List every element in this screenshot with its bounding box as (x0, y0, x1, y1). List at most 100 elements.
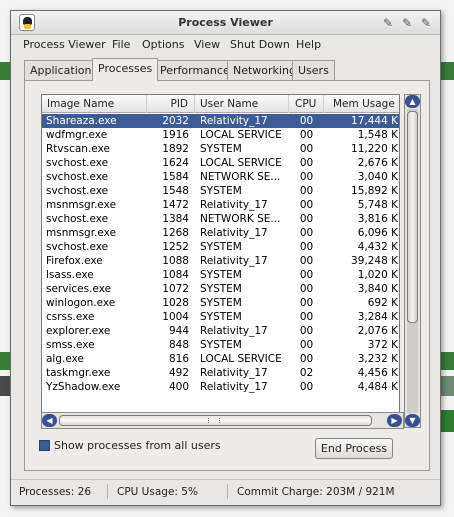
process-row[interactable]: explorer.exe 944 Relativity_17 00 2,076 K (42, 324, 399, 338)
process-row[interactable]: alg.exe 816 LOCAL SERVICE 00 3,232 K (42, 352, 399, 366)
cell-cpu: 00 (299, 255, 314, 267)
cell-cpu: 00 (299, 213, 314, 225)
column-user-name[interactable]: User Name (195, 95, 289, 113)
vertical-scroll-thumb[interactable] (407, 111, 418, 323)
close-icon[interactable]: ✎ (419, 16, 433, 30)
scroll-down-icon[interactable]: ▼ (405, 414, 420, 427)
cell-mem-usage: 4,432 K (357, 241, 398, 253)
cell-user-name: LOCAL SERVICE (200, 353, 282, 365)
cell-mem-usage: 1,548 K (357, 129, 398, 141)
process-row[interactable]: svchost.exe 1384 NETWORK SE... 00 3,816 K (42, 212, 399, 226)
cell-image-name: smss.exe (46, 339, 95, 351)
process-row[interactable]: taskmgr.exe 492 Relativity_17 02 4,456 K (42, 366, 399, 380)
menu-shut-down[interactable]: Shut Down (230, 38, 290, 51)
column-pid[interactable]: PID (147, 95, 195, 113)
cell-image-name: Shareaza.exe (46, 115, 117, 127)
cell-image-name: YzShadow.exe (46, 381, 121, 393)
horizontal-scrollbar[interactable]: ◀ ▶ (41, 412, 404, 429)
tab-users[interactable]: Users (292, 60, 335, 80)
maximize-icon[interactable]: ✎ (400, 16, 414, 30)
cell-pid: 1028 (162, 297, 189, 309)
cell-user-name: SYSTEM (200, 269, 242, 281)
menu-file[interactable]: File (112, 38, 130, 51)
menu-options[interactable]: Options (142, 38, 184, 51)
minimize-icon[interactable]: ✎ (381, 16, 395, 30)
cell-cpu: 02 (299, 367, 314, 379)
status-cpu-usage: CPU Usage: 5% (117, 486, 198, 498)
cell-user-name: SYSTEM (200, 339, 242, 351)
menu-view[interactable]: View (194, 38, 220, 51)
column-cpu[interactable]: CPU (289, 95, 324, 113)
scroll-left-icon[interactable]: ◀ (42, 414, 57, 427)
process-row[interactable]: Shareaza.exe 2032 Relativity_17 00 17,444 K (42, 114, 399, 128)
horizontal-scroll-thumb[interactable] (59, 415, 372, 426)
process-row[interactable]: winlogon.exe 1028 SYSTEM 00 692 K (42, 296, 399, 310)
show-all-label[interactable]: Show processes from all users (54, 439, 221, 452)
scroll-up-icon[interactable]: ▲ (405, 95, 420, 108)
cell-pid: 848 (168, 339, 189, 351)
tab-networking[interactable]: Networking (227, 60, 302, 80)
process-row[interactable]: svchost.exe 1252 SYSTEM 00 4,432 K (42, 240, 399, 254)
process-row[interactable]: smss.exe 848 SYSTEM 00 372 K (42, 338, 399, 352)
bg-green-tab-right (440, 62, 454, 80)
bg-green-tab-right-2 (440, 352, 454, 370)
cell-image-name: svchost.exe (46, 213, 109, 225)
cell-pid: 1004 (162, 311, 189, 323)
process-row[interactable]: svchost.exe 1624 LOCAL SERVICE 00 2,676 K (42, 156, 399, 170)
cell-pid: 1624 (162, 157, 189, 169)
tab-performance[interactable]: Performance (154, 60, 236, 80)
vertical-scrollbar[interactable]: ▲ ▼ (404, 94, 421, 428)
cell-cpu: 00 (299, 269, 314, 281)
cell-image-name: lsass.exe (46, 269, 94, 281)
cell-cpu: 00 (299, 143, 314, 155)
status-separator (107, 484, 108, 499)
title-bar[interactable]: Process Viewer ✎ ✎ ✎ (11, 11, 440, 35)
process-row[interactable]: wdfmgr.exe 1916 LOCAL SERVICE 00 1,548 K (42, 128, 399, 142)
cell-image-name: svchost.exe (46, 185, 109, 197)
process-list-header: Image Name PID User Name CPU Mem Usage (42, 95, 399, 113)
process-list[interactable]: Image Name PID User Name CPU Mem Usage S… (41, 94, 400, 428)
cell-user-name: Relativity_17 (200, 325, 268, 337)
cell-pid: 1384 (162, 213, 189, 225)
cell-cpu: 00 (299, 157, 314, 169)
status-processes: Processes: 26 (19, 486, 91, 498)
cell-cpu: 00 (299, 129, 314, 141)
end-process-button[interactable]: End Process (315, 438, 393, 459)
status-separator (227, 484, 228, 499)
process-row[interactable]: Rtvscan.exe 1892 SYSTEM 00 11,220 K (42, 142, 399, 156)
process-row[interactable]: Firefox.exe 1088 Relativity_17 00 39,248 K (42, 254, 399, 268)
process-row[interactable]: svchost.exe 1548 SYSTEM 00 15,892 K (42, 184, 399, 198)
cell-user-name: NETWORK SE... (200, 213, 281, 225)
process-row[interactable]: msnmsgr.exe 1268 Relativity_17 00 6,096 K (42, 226, 399, 240)
cell-pid: 400 (168, 381, 189, 393)
cell-image-name: services.exe (46, 283, 112, 295)
process-row[interactable]: csrss.exe 1004 SYSTEM 00 3,284 K (42, 310, 399, 324)
cell-image-name: taskmgr.exe (46, 367, 111, 379)
show-all-checkbox[interactable] (39, 440, 50, 451)
scroll-right-icon[interactable]: ▶ (387, 414, 402, 427)
cell-mem-usage: 15,892 K (351, 185, 398, 197)
cell-user-name: Relativity_17 (200, 199, 268, 211)
cell-mem-usage: 39,248 K (351, 255, 398, 267)
bg-gray-block (440, 376, 454, 396)
cell-cpu: 00 (299, 115, 314, 127)
menu-help[interactable]: Help (296, 38, 321, 51)
menu-process-viewer[interactable]: Process Viewer (23, 38, 106, 51)
status-bar: Processes: 26 CPU Usage: 5% Commit Charg… (11, 479, 440, 501)
process-row[interactable]: svchost.exe 1584 NETWORK SE... 00 3,040 K (42, 170, 399, 184)
tab-processes[interactable]: Processes (92, 58, 159, 81)
process-row[interactable]: services.exe 1072 SYSTEM 00 3,840 K (42, 282, 399, 296)
process-row[interactable]: YzShadow.exe 400 Relativity_17 00 4,484 K (42, 380, 399, 394)
column-mem-usage[interactable]: Mem Usage (324, 95, 399, 113)
cell-user-name: SYSTEM (200, 241, 242, 253)
cell-image-name: explorer.exe (46, 325, 111, 337)
cell-pid: 1892 (162, 143, 189, 155)
process-row[interactable]: msnmsgr.exe 1472 Relativity_17 00 5,748 K (42, 198, 399, 212)
column-image-name[interactable]: Image Name (42, 95, 147, 113)
window-title: Process Viewer (178, 16, 273, 29)
scroll-grip (208, 418, 220, 423)
cell-mem-usage: 2,076 K (357, 325, 398, 337)
cell-cpu: 00 (299, 353, 314, 365)
process-row[interactable]: lsass.exe 1084 SYSTEM 00 1,020 K (42, 268, 399, 282)
cell-cpu: 00 (299, 325, 314, 337)
